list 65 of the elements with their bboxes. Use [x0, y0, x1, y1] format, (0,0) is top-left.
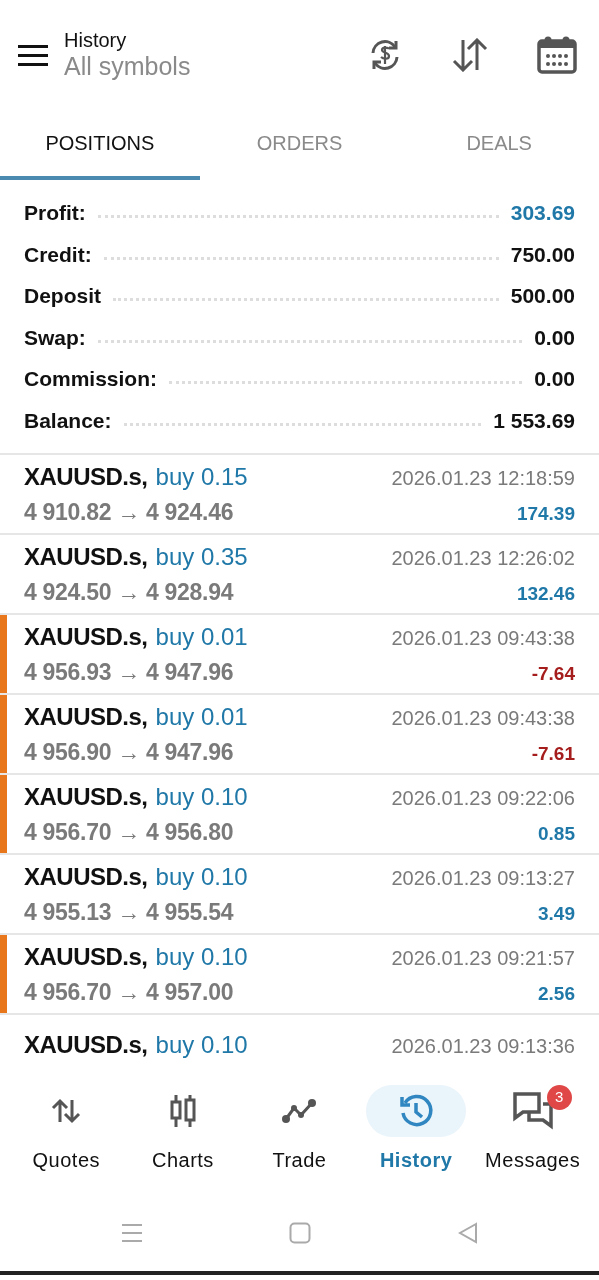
trade-volume: buy 0.15: [155, 461, 248, 492]
trade-time: 2026.01.23 09:22:06: [391, 785, 575, 811]
nav-tab[interactable]: Charts: [124, 1075, 242, 1195]
nav-tab[interactable]: Messages 3: [474, 1075, 591, 1195]
symbol-label: XAUUSD.s,: [24, 1030, 148, 1060]
profit-value: 174.39: [516, 501, 575, 526]
summary-label: Commission:: [24, 366, 157, 392]
symbol-label: XAUUSD.s,: [24, 941, 148, 972]
screen-title: History: [64, 29, 128, 51]
trade-volume: buy 0.10: [155, 941, 248, 972]
trade-time: 2026.01.23 09:43:38: [391, 625, 575, 651]
nav-tab[interactable]: Quotes: [8, 1075, 125, 1195]
line-chart-icon: [281, 1098, 318, 1124]
trade-volume: buy 0.35: [155, 541, 248, 572]
summary-value: 303.69: [510, 200, 575, 226]
menu-button[interactable]: [18, 43, 48, 67]
trade-volume: buy 0.01: [155, 621, 248, 652]
summary-label: Balance:: [24, 407, 112, 434]
trade-time: 2026.01.23 09:43:38: [391, 705, 575, 731]
price-range: 4 956.90 → 4 947.96: [24, 737, 234, 767]
summary-label: Swap:: [24, 324, 86, 351]
trade-volume: buy 0.10: [155, 781, 248, 812]
trade-time: 2026.01.23 12:26:02: [391, 545, 575, 571]
symbol-label: XAUUSD.s,: [24, 461, 148, 492]
profit-value: 0.85: [538, 821, 575, 846]
summary-value: 1 553.69: [493, 407, 575, 434]
trade-volume: buy 0.10: [155, 1030, 248, 1060]
sort-icon[interactable]: [451, 38, 489, 72]
nav-tab[interactable]: History: [357, 1075, 475, 1195]
profit-value: 3.49: [538, 901, 575, 926]
trade-time: 2026.01.23 09:21:57: [391, 945, 575, 971]
summary-value: 0.00: [534, 366, 575, 392]
trade-volume: buy 0.10: [155, 861, 248, 892]
sort-icon: [51, 1098, 82, 1124]
price-range: 4 924.50 → 4 928.94: [24, 577, 234, 607]
price-range: 4 956.70 → 4 957.00: [24, 977, 234, 1007]
symbol-label: XAUUSD.s,: [24, 701, 148, 732]
summary-label: Credit:: [24, 241, 92, 268]
tab[interactable]: POSITIONS: [0, 110, 200, 180]
trade-time: 2026.01.23 12:18:59: [391, 465, 575, 491]
trade-time: 2026.01.23 09:13:36: [391, 1034, 575, 1059]
calendar-icon[interactable]: [537, 36, 577, 74]
symbol-label: XAUUSD.s,: [24, 781, 148, 812]
summary-value: 750.00: [510, 241, 575, 268]
price-range: 4 956.70 → 4 956.80: [24, 817, 234, 847]
symbol-label: XAUUSD.s,: [24, 861, 148, 892]
price-range: 4 956.93 → 4 947.96: [24, 657, 234, 687]
summary-value: 500.00: [510, 283, 575, 309]
profit-value: 2.56: [538, 981, 575, 1006]
profit-value: -7.61: [531, 741, 575, 766]
summary-value: 0.00: [534, 324, 575, 351]
clock-icon: [398, 1093, 435, 1129]
trade-volume: buy 0.01: [155, 701, 248, 732]
profit-value: 132.46: [516, 581, 575, 606]
nav-tab[interactable]: Trade: [241, 1075, 358, 1195]
price-range: 4 955.13 → 4 955.54: [24, 897, 234, 927]
symbol-label: XAUUSD.s,: [24, 541, 148, 572]
trade-time: 2026.01.23 09:13:27: [391, 865, 575, 891]
symbol-label: XAUUSD.s,: [24, 621, 148, 652]
summary-label: Profit:: [24, 200, 86, 226]
summary-label: Deposit: [24, 283, 101, 309]
notification-badge: 3: [546, 1085, 572, 1110]
price-range: 4 910.82 → 4 924.46: [24, 497, 234, 527]
profit-value: -7.64: [531, 661, 575, 686]
chat-icon: [511, 1091, 554, 1131]
